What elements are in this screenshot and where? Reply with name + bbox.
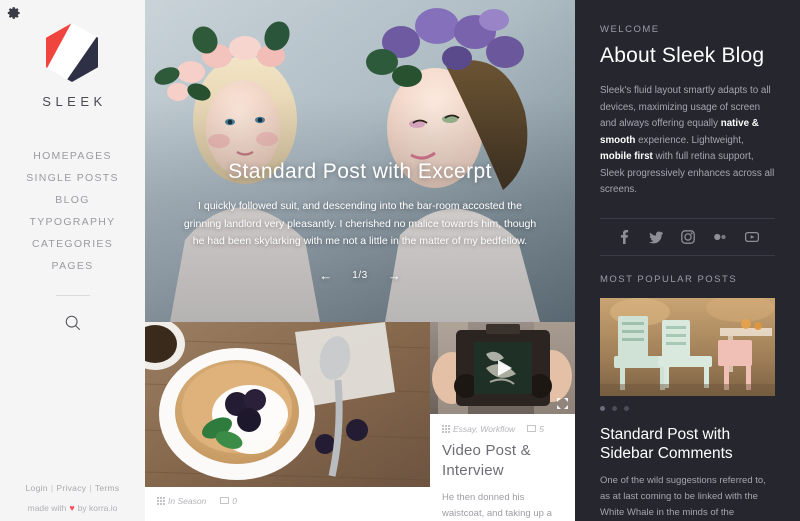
dot-1[interactable] bbox=[600, 405, 605, 411]
post-card-video-meta: Essay, Workflow 5 bbox=[442, 424, 563, 434]
post-card-food-meta: In Season 0 bbox=[145, 487, 430, 506]
comment-icon bbox=[527, 425, 537, 432]
nav-divider bbox=[55, 295, 90, 296]
post-card-video-image bbox=[430, 322, 575, 414]
post-card-video[interactable]: Essay, Workflow 5 Video Post & Interview… bbox=[430, 322, 575, 521]
footer-link-terms[interactable]: Terms bbox=[95, 483, 120, 493]
heart-icon: ♥ bbox=[69, 503, 75, 513]
comment-icon bbox=[220, 497, 230, 504]
hero-slide-counter: 1/3 bbox=[352, 269, 368, 281]
footer-link-login[interactable]: Login bbox=[26, 483, 48, 493]
about-text: Sleek's fluid layout smartly adapts to a… bbox=[600, 83, 775, 199]
footer-sep-2: | bbox=[89, 483, 92, 493]
nav-item-pages[interactable]: PAGES bbox=[52, 255, 94, 277]
divider-bottom bbox=[600, 254, 775, 256]
hero-excerpt: I quickly followed suit, and descending … bbox=[183, 200, 537, 247]
hero-content: Standard Post with Excerpt I quickly fol… bbox=[145, 160, 575, 282]
about-text-part-2: experience. Lightweight, bbox=[635, 134, 744, 146]
sidebar-footer: Login | Privacy | Terms made with ♥ by korra… bbox=[0, 483, 145, 513]
tag-icon bbox=[442, 425, 450, 433]
comments-meta[interactable]: 5 bbox=[527, 424, 544, 434]
nav-item-typography[interactable]: TYPOGRAPHY bbox=[30, 211, 116, 233]
logo[interactable]: SLEEK bbox=[38, 22, 106, 109]
nav-item-single-posts[interactable]: SINGLE POSTS bbox=[26, 167, 119, 189]
expand-icon[interactable] bbox=[557, 396, 568, 409]
popular-post-image[interactable] bbox=[600, 297, 775, 396]
left-sidebar: SLEEK HOMEPAGES SINGLE POSTS BLOG TYPOGR… bbox=[0, 0, 145, 521]
play-icon[interactable] bbox=[489, 354, 517, 382]
main-content: Standard Post with Excerpt I quickly fol… bbox=[145, 0, 575, 521]
about-title: About Sleek Blog bbox=[600, 44, 765, 67]
hero-prev-arrow-icon[interactable]: ← bbox=[319, 269, 332, 282]
footer-links: Login | Privacy | Terms bbox=[0, 483, 145, 493]
gear-icon[interactable] bbox=[7, 6, 21, 20]
popular-post-excerpt: One of the wild suggestions referred to,… bbox=[600, 474, 766, 518]
post-card-video-body: Essay, Workflow 5 Video Post & Interview… bbox=[430, 414, 575, 521]
nav-item-categories[interactable]: CATEGORIES bbox=[32, 233, 113, 255]
about-eyebrow: WELCOME bbox=[600, 24, 660, 35]
post-card-video-excerpt: He then donned his waistcoat, and taking… bbox=[442, 492, 552, 519]
footer-link-privacy[interactable]: Privacy bbox=[56, 483, 86, 493]
post-card-food-comments: 0 bbox=[232, 496, 238, 506]
app-root: SLEEK HOMEPAGES SINGLE POSTS BLOG TYPOGR… bbox=[0, 0, 800, 521]
post-card-video-title[interactable]: Video Post & Interview bbox=[442, 441, 563, 481]
nav-item-homepages[interactable]: HOMEPAGES bbox=[33, 145, 112, 167]
footer-credit: made with ♥ by korra.io bbox=[0, 503, 145, 513]
comments-meta[interactable]: 0 bbox=[220, 496, 237, 506]
post-grid: In Season 0 Essay, Workflow 5 Video Post… bbox=[145, 322, 575, 521]
youtube-icon[interactable] bbox=[744, 230, 759, 244]
category-meta[interactable]: In Season bbox=[157, 496, 206, 506]
post-card-food-category: In Season bbox=[168, 496, 207, 506]
post-card-food[interactable]: In Season 0 bbox=[145, 322, 430, 521]
footer-credit-suffix: by korra.io bbox=[77, 503, 118, 513]
post-card-video-comments: 5 bbox=[539, 424, 544, 434]
popular-post-dots bbox=[600, 405, 775, 411]
hero-pagination: ← 1/3 → bbox=[175, 269, 545, 282]
facebook-icon[interactable] bbox=[617, 229, 631, 244]
flickr-icon[interactable] bbox=[713, 230, 727, 244]
hero-title: Standard Post with Excerpt bbox=[228, 160, 492, 183]
footer-credit-prefix: made with bbox=[27, 503, 67, 513]
instagram-icon[interactable] bbox=[680, 229, 695, 244]
hero-slider[interactable]: Standard Post with Excerpt I quickly fol… bbox=[145, 0, 575, 322]
dot-3[interactable] bbox=[624, 405, 629, 411]
hero-next-arrow-icon[interactable]: → bbox=[388, 269, 401, 282]
nav-item-blog[interactable]: BLOG bbox=[55, 189, 89, 211]
popular-heading: MOST POPULAR POSTS bbox=[600, 273, 738, 285]
search-icon[interactable] bbox=[64, 314, 82, 332]
post-card-video-category: Essay, Workflow bbox=[453, 424, 516, 434]
main-nav: HOMEPAGES SINGLE POSTS BLOG TYPOGRAPHY C… bbox=[0, 145, 145, 332]
dot-2[interactable] bbox=[612, 405, 617, 411]
about-bold-2: mobile first bbox=[600, 151, 653, 162]
footer-sep-1: | bbox=[50, 483, 54, 493]
logo-text: SLEEK bbox=[42, 94, 107, 109]
social-links bbox=[600, 219, 775, 255]
category-meta[interactable]: Essay, Workflow bbox=[442, 424, 515, 434]
post-card-food-image bbox=[145, 322, 430, 487]
tag-icon bbox=[157, 497, 165, 505]
right-sidebar: WELCOME About Sleek Blog Sleek's fluid l… bbox=[575, 0, 800, 521]
sleek-logo-icon bbox=[44, 22, 100, 84]
twitter-icon[interactable] bbox=[648, 230, 663, 244]
popular-post-title[interactable]: Standard Post with Sidebar Comments bbox=[600, 425, 775, 463]
